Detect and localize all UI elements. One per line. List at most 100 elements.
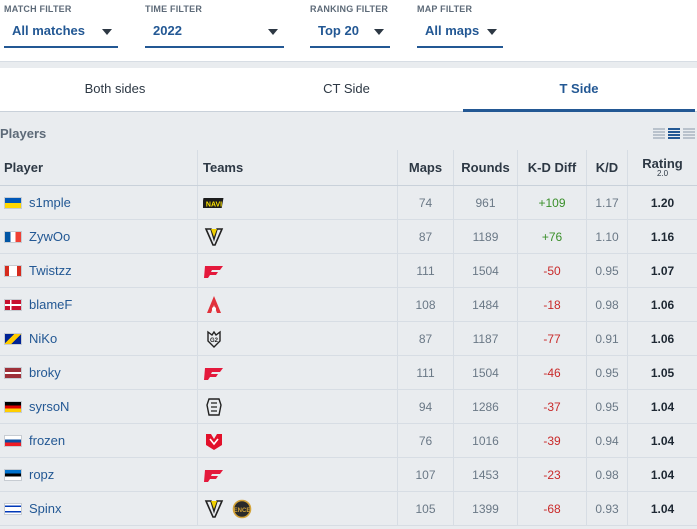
ence-logo[interactable] — [231, 499, 253, 519]
player-cell: Spinx — [0, 492, 197, 525]
map-filter-value: All maps — [425, 23, 480, 38]
big-logo[interactable] — [203, 397, 225, 417]
column-header-maps[interactable]: Maps — [397, 150, 453, 185]
table-row: syrsoN 94 1286 -37 0.95 1.04 — [0, 390, 697, 424]
teams-cell — [197, 254, 397, 287]
maps-cell: 74 — [397, 186, 453, 219]
column-header-rating[interactable]: Rating 2.0 — [627, 150, 697, 185]
kd-diff-cell: -46 — [517, 356, 586, 389]
germany-flag-icon — [4, 400, 22, 413]
column-header-kd[interactable]: K/D — [586, 150, 627, 185]
rounds-cell: 1504 — [453, 254, 517, 287]
column-header-kd-diff[interactable]: K-D Diff — [517, 150, 586, 185]
table-row: NiKo 87 1187 -77 0.91 1.06 — [0, 322, 697, 356]
teams-cell — [197, 288, 397, 321]
compact-view-icon[interactable] — [653, 128, 665, 140]
player-name-link[interactable]: Twistzz — [29, 263, 72, 278]
canada-flag-icon — [4, 264, 22, 277]
time-filter-dropdown[interactable]: 2022 — [145, 18, 284, 48]
table-row: blameF 108 1484 -18 0.98 1.06 — [0, 288, 697, 322]
match-filter: MATCH FILTER All matches — [4, 4, 118, 48]
column-header-player[interactable]: Player — [0, 150, 197, 185]
kd-diff-cell: -77 — [517, 322, 586, 355]
player-name-link[interactable]: ZywOo — [29, 229, 70, 244]
list-view-icon[interactable] — [668, 128, 680, 140]
time-filter-label: TIME FILTER — [145, 4, 203, 14]
kd-diff-cell: -18 — [517, 288, 586, 321]
maps-cell: 87 — [397, 322, 453, 355]
teams-cell — [197, 390, 397, 423]
bosnia-flag-icon — [4, 332, 22, 345]
rounds-cell: 961 — [453, 186, 517, 219]
kd-diff-cell: -50 — [517, 254, 586, 287]
rounds-cell: 1189 — [453, 220, 517, 253]
table-row: s1mple 74 961 +109 1.17 1.20 — [0, 186, 697, 220]
france-flag-icon — [4, 230, 22, 243]
astralis-logo[interactable] — [203, 295, 225, 315]
kd-cell: 0.95 — [586, 356, 627, 389]
map-filter: MAP FILTER All maps — [417, 4, 503, 48]
player-name-link[interactable]: NiKo — [29, 331, 57, 346]
chevron-down-icon — [102, 29, 112, 35]
mouz-logo[interactable] — [203, 431, 225, 451]
table-row: ZywOo 87 1189 +76 1.10 1.16 — [0, 220, 697, 254]
map-filter-dropdown[interactable]: All maps — [417, 18, 503, 48]
chevron-down-icon — [268, 29, 278, 35]
kd-diff-cell: +109 — [517, 186, 586, 219]
kd-diff-cell: -23 — [517, 458, 586, 491]
ranking-filter: RANKING FILTER Top 20 — [310, 4, 390, 48]
faze-logo[interactable] — [203, 261, 225, 281]
vitality-logo[interactable] — [203, 227, 225, 247]
maps-cell: 105 — [397, 492, 453, 525]
player-name-link[interactable]: ropz — [29, 467, 54, 482]
rating-cell: 1.04 — [627, 390, 697, 423]
tab-both-sides[interactable]: Both sides — [0, 68, 230, 112]
rating-cell: 1.04 — [627, 492, 697, 525]
kd-cell: 0.95 — [586, 254, 627, 287]
teams-cell — [197, 356, 397, 389]
player-name-link[interactable]: Spinx — [29, 501, 62, 516]
table-row: broky 111 1504 -46 0.95 1.05 — [0, 356, 697, 390]
rating-cell: 1.06 — [627, 288, 697, 321]
ranking-filter-dropdown[interactable]: Top 20 — [310, 18, 390, 48]
player-name-link[interactable]: frozen — [29, 433, 65, 448]
maps-cell: 108 — [397, 288, 453, 321]
kd-diff-cell: -68 — [517, 492, 586, 525]
column-header-rounds[interactable]: Rounds — [453, 150, 517, 185]
players-title: Players — [0, 126, 47, 141]
tab-ct-side[interactable]: CT Side — [230, 68, 463, 112]
players-header: Players — [0, 120, 697, 150]
rating-cell: 1.20 — [627, 186, 697, 219]
teams-cell — [197, 424, 397, 457]
match-filter-dropdown[interactable]: All matches — [4, 18, 118, 48]
player-name-link[interactable]: blameF — [29, 297, 72, 312]
tab-t-side[interactable]: T Side — [463, 68, 695, 112]
maps-cell: 111 — [397, 356, 453, 389]
column-header-teams: Teams — [197, 150, 397, 185]
vitality-logo[interactable] — [203, 499, 225, 519]
rating-cell: 1.04 — [627, 424, 697, 457]
kd-cell: 0.98 — [586, 288, 627, 321]
navi-logo[interactable] — [203, 193, 225, 213]
kd-cell: 1.10 — [586, 220, 627, 253]
table-row: ropz 107 1453 -23 0.98 1.04 — [0, 458, 697, 492]
chevron-down-icon — [487, 29, 497, 35]
estonia-flag-icon — [4, 468, 22, 481]
ranking-filter-label: RANKING FILTER — [310, 4, 389, 14]
player-cell: ZywOo — [0, 220, 197, 253]
rounds-cell: 1484 — [453, 288, 517, 321]
player-name-link[interactable]: syrsoN — [29, 399, 69, 414]
player-name-link[interactable]: s1mple — [29, 195, 71, 210]
player-name-link[interactable]: broky — [29, 365, 61, 380]
maps-cell: 111 — [397, 254, 453, 287]
faze-logo[interactable] — [203, 465, 225, 485]
expanded-view-icon[interactable] — [683, 128, 695, 140]
rating-cell: 1.16 — [627, 220, 697, 253]
kd-diff-cell: +76 — [517, 220, 586, 253]
g2-logo[interactable] — [203, 329, 225, 349]
map-filter-label: MAP FILTER — [417, 4, 473, 14]
faze-logo[interactable] — [203, 363, 225, 383]
ranking-filter-value: Top 20 — [318, 23, 359, 38]
player-cell: Twistzz — [0, 254, 197, 287]
kd-diff-cell: -37 — [517, 390, 586, 423]
